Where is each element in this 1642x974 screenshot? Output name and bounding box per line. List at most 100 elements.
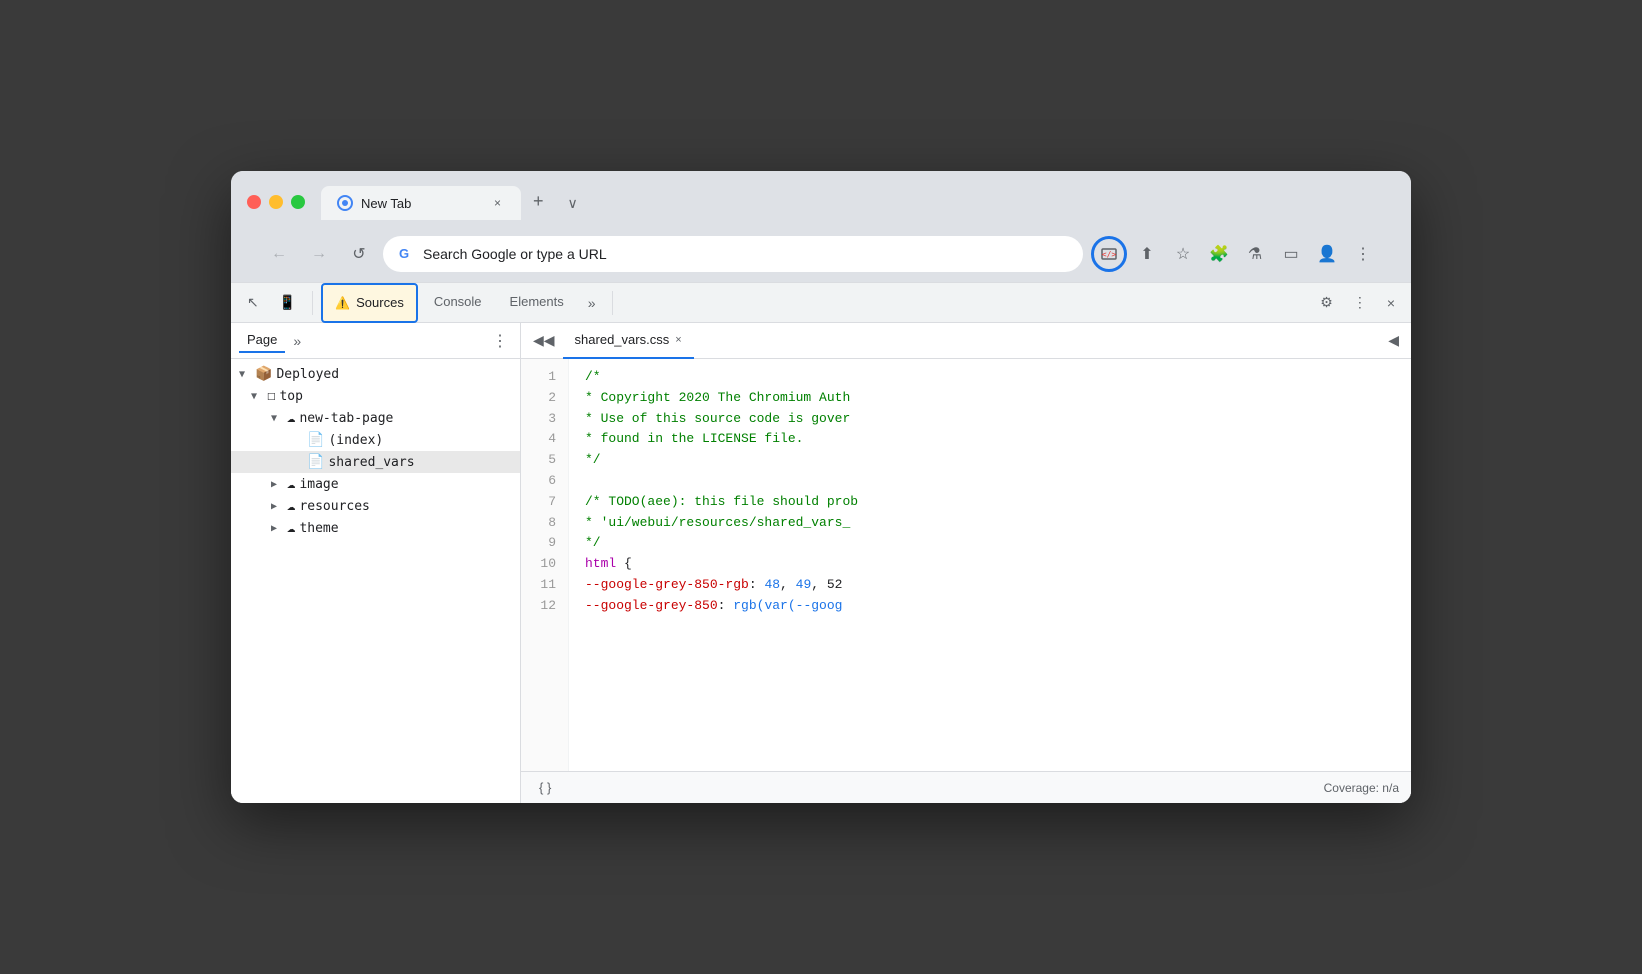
expand-arrow: ▶	[271, 501, 283, 512]
tab-sources[interactable]: ⚠️ Sources	[321, 283, 418, 323]
menu-button[interactable]: ⋮	[1347, 238, 1379, 270]
tab-close-button[interactable]: ×	[490, 194, 505, 212]
devtools-panel: ↖ 📱 ⚠️ Sources Console Elements » ⚙ ⋮ ×	[231, 282, 1411, 803]
title-bar-top: New Tab × + ∨	[247, 183, 1395, 220]
expand-arrow: ▼	[251, 391, 263, 402]
devtools-close-button[interactable]: ×	[1379, 291, 1403, 315]
splitscreen-icon: ▭	[1283, 244, 1298, 264]
editor-tabs: ◀◀ shared_vars.css × ◀	[521, 323, 1411, 359]
toolbar-actions: </> ⬆ ☆ 🧩 ⚗ ▭ 👤	[1091, 236, 1379, 272]
devtools-options-button[interactable]: ⋮	[1345, 290, 1375, 315]
address-text: Search Google or type a URL	[423, 246, 1067, 262]
code-line-3: * Use of this source code is gover	[585, 409, 1395, 430]
format-button[interactable]: { }	[533, 778, 557, 797]
collapse-right-button[interactable]: ◀	[1380, 328, 1407, 353]
editor-tab-shared-vars[interactable]: shared_vars.css ×	[563, 323, 694, 359]
tree-label-top: top	[279, 389, 302, 404]
console-tab-label: Console	[434, 294, 482, 309]
expand-arrow: ▼	[239, 369, 251, 380]
editor-tab-close-button[interactable]: ×	[675, 334, 681, 346]
sidebar-menu-button[interactable]: ⋮	[488, 327, 512, 355]
account-button[interactable]: 👤	[1311, 238, 1343, 270]
address-bar[interactable]: G Search Google or type a URL	[383, 236, 1083, 272]
bookmark-icon: ☆	[1176, 244, 1190, 264]
expand-arrow: ▼	[271, 413, 283, 424]
tree-item-image[interactable]: ▶ ☁ image	[231, 473, 520, 495]
tree-label-theme: theme	[299, 521, 338, 536]
extensions-icon: 🧩	[1209, 244, 1229, 264]
reload-button[interactable]: ↺	[343, 238, 375, 270]
tabs-row: New Tab × + ∨	[321, 183, 590, 220]
file-icon: 📄	[307, 432, 324, 448]
back-button[interactable]: ←	[263, 238, 295, 270]
toolbar-separator-2	[612, 291, 613, 315]
browser-window: New Tab × + ∨ ← → ↺ G Search Google or t…	[231, 171, 1411, 803]
minimize-window-button[interactable]	[269, 195, 283, 209]
tree-label-shared-vars: shared_vars	[328, 455, 414, 470]
tab-elements[interactable]: Elements	[498, 283, 576, 323]
line-num-12: 12	[533, 596, 556, 617]
window-controls	[247, 195, 305, 209]
forward-button[interactable]: →	[303, 238, 335, 270]
code-line-6	[585, 471, 1395, 492]
tree-item-resources[interactable]: ▶ ☁ resources	[231, 495, 520, 517]
menu-icon: ⋮	[1355, 244, 1371, 264]
maximize-window-button[interactable]	[291, 195, 305, 209]
code-content: 1 2 3 4 5 6 7 8 9 10 11 12 /*	[521, 359, 1411, 771]
cloud-icon: ☁	[287, 520, 295, 536]
tree-item-top[interactable]: ▼ ☐ top	[231, 385, 520, 407]
tree-item-deployed[interactable]: ▼ 📦 Deployed	[231, 363, 520, 385]
tree-item-index[interactable]: ▶ 📄 (index)	[231, 429, 520, 451]
collapse-sidebar-button[interactable]: ◀◀	[525, 328, 563, 353]
splitscreen-button[interactable]: ▭	[1275, 238, 1307, 270]
code-line-4: * found in the LICENSE file.	[585, 429, 1395, 450]
sources-sidebar: Page » ⋮ ▼ 📦 Deployed ▼ ☐	[231, 323, 521, 803]
bookmark-button[interactable]: ☆	[1167, 238, 1199, 270]
share-button[interactable]: ⬆	[1131, 238, 1163, 270]
devtools-toggle-button[interactable]: </>	[1091, 236, 1127, 272]
line-numbers: 1 2 3 4 5 6 7 8 9 10 11 12	[521, 359, 569, 771]
browser-tab[interactable]: New Tab ×	[321, 186, 521, 220]
code-line-5: */	[585, 450, 1395, 471]
tree-item-shared-vars[interactable]: ▶ 📄 shared_vars	[231, 451, 520, 473]
frame-icon: ☐	[267, 388, 275, 404]
tab-console[interactable]: Console	[422, 283, 494, 323]
cursor-icon: ↖	[247, 294, 259, 311]
more-tabs-button[interactable]: »	[580, 291, 604, 315]
tree-item-new-tab-page[interactable]: ▼ ☁ new-tab-page	[231, 407, 520, 429]
elements-tab-label: Elements	[510, 294, 564, 309]
google-logo: G	[399, 246, 415, 262]
element-selector-button[interactable]: ↖	[239, 290, 267, 315]
new-tab-button[interactable]: +	[521, 183, 556, 220]
tab-list-button[interactable]: ∨	[556, 187, 590, 220]
flask-button[interactable]: ⚗	[1239, 238, 1271, 270]
account-icon: 👤	[1317, 244, 1337, 264]
device-toggle-button[interactable]: 📱	[271, 290, 304, 315]
close-window-button[interactable]	[247, 195, 261, 209]
svg-text:</>: </>	[1102, 250, 1117, 259]
tree-label-image: image	[299, 477, 338, 492]
sidebar-more-button[interactable]: »	[289, 329, 305, 353]
cloud-icon: ☁	[287, 498, 295, 514]
code-line-1: /*	[585, 367, 1395, 388]
tab-title: New Tab	[361, 196, 482, 211]
editor-tab-filename: shared_vars.css	[575, 332, 670, 347]
folder-icon: 📦	[255, 366, 272, 382]
code-lines[interactable]: /* * Copyright 2020 The Chromium Auth * …	[569, 359, 1411, 771]
toolbar-separator	[312, 291, 313, 315]
line-num-3: 3	[533, 409, 556, 430]
line-num-4: 4	[533, 429, 556, 450]
code-line-10: html {	[585, 554, 1395, 575]
tree-item-theme[interactable]: ▶ ☁ theme	[231, 517, 520, 539]
extensions-button[interactable]: 🧩	[1203, 238, 1235, 270]
tree-label-deployed: Deployed	[276, 367, 339, 382]
devtools-toolbar: ↖ 📱 ⚠️ Sources Console Elements » ⚙ ⋮ ×	[231, 283, 1411, 323]
expand-arrow: ▶	[271, 479, 283, 490]
page-tab[interactable]: Page	[239, 328, 285, 353]
devtools-settings-button[interactable]: ⚙	[1312, 290, 1341, 315]
code-line-11: --google-grey-850-rgb: 48, 49, 52	[585, 575, 1395, 596]
devtools-icon: </>	[1101, 246, 1117, 262]
tree-label-new-tab-page: new-tab-page	[299, 411, 393, 426]
tree-label-resources: resources	[299, 499, 369, 514]
line-num-11: 11	[533, 575, 556, 596]
